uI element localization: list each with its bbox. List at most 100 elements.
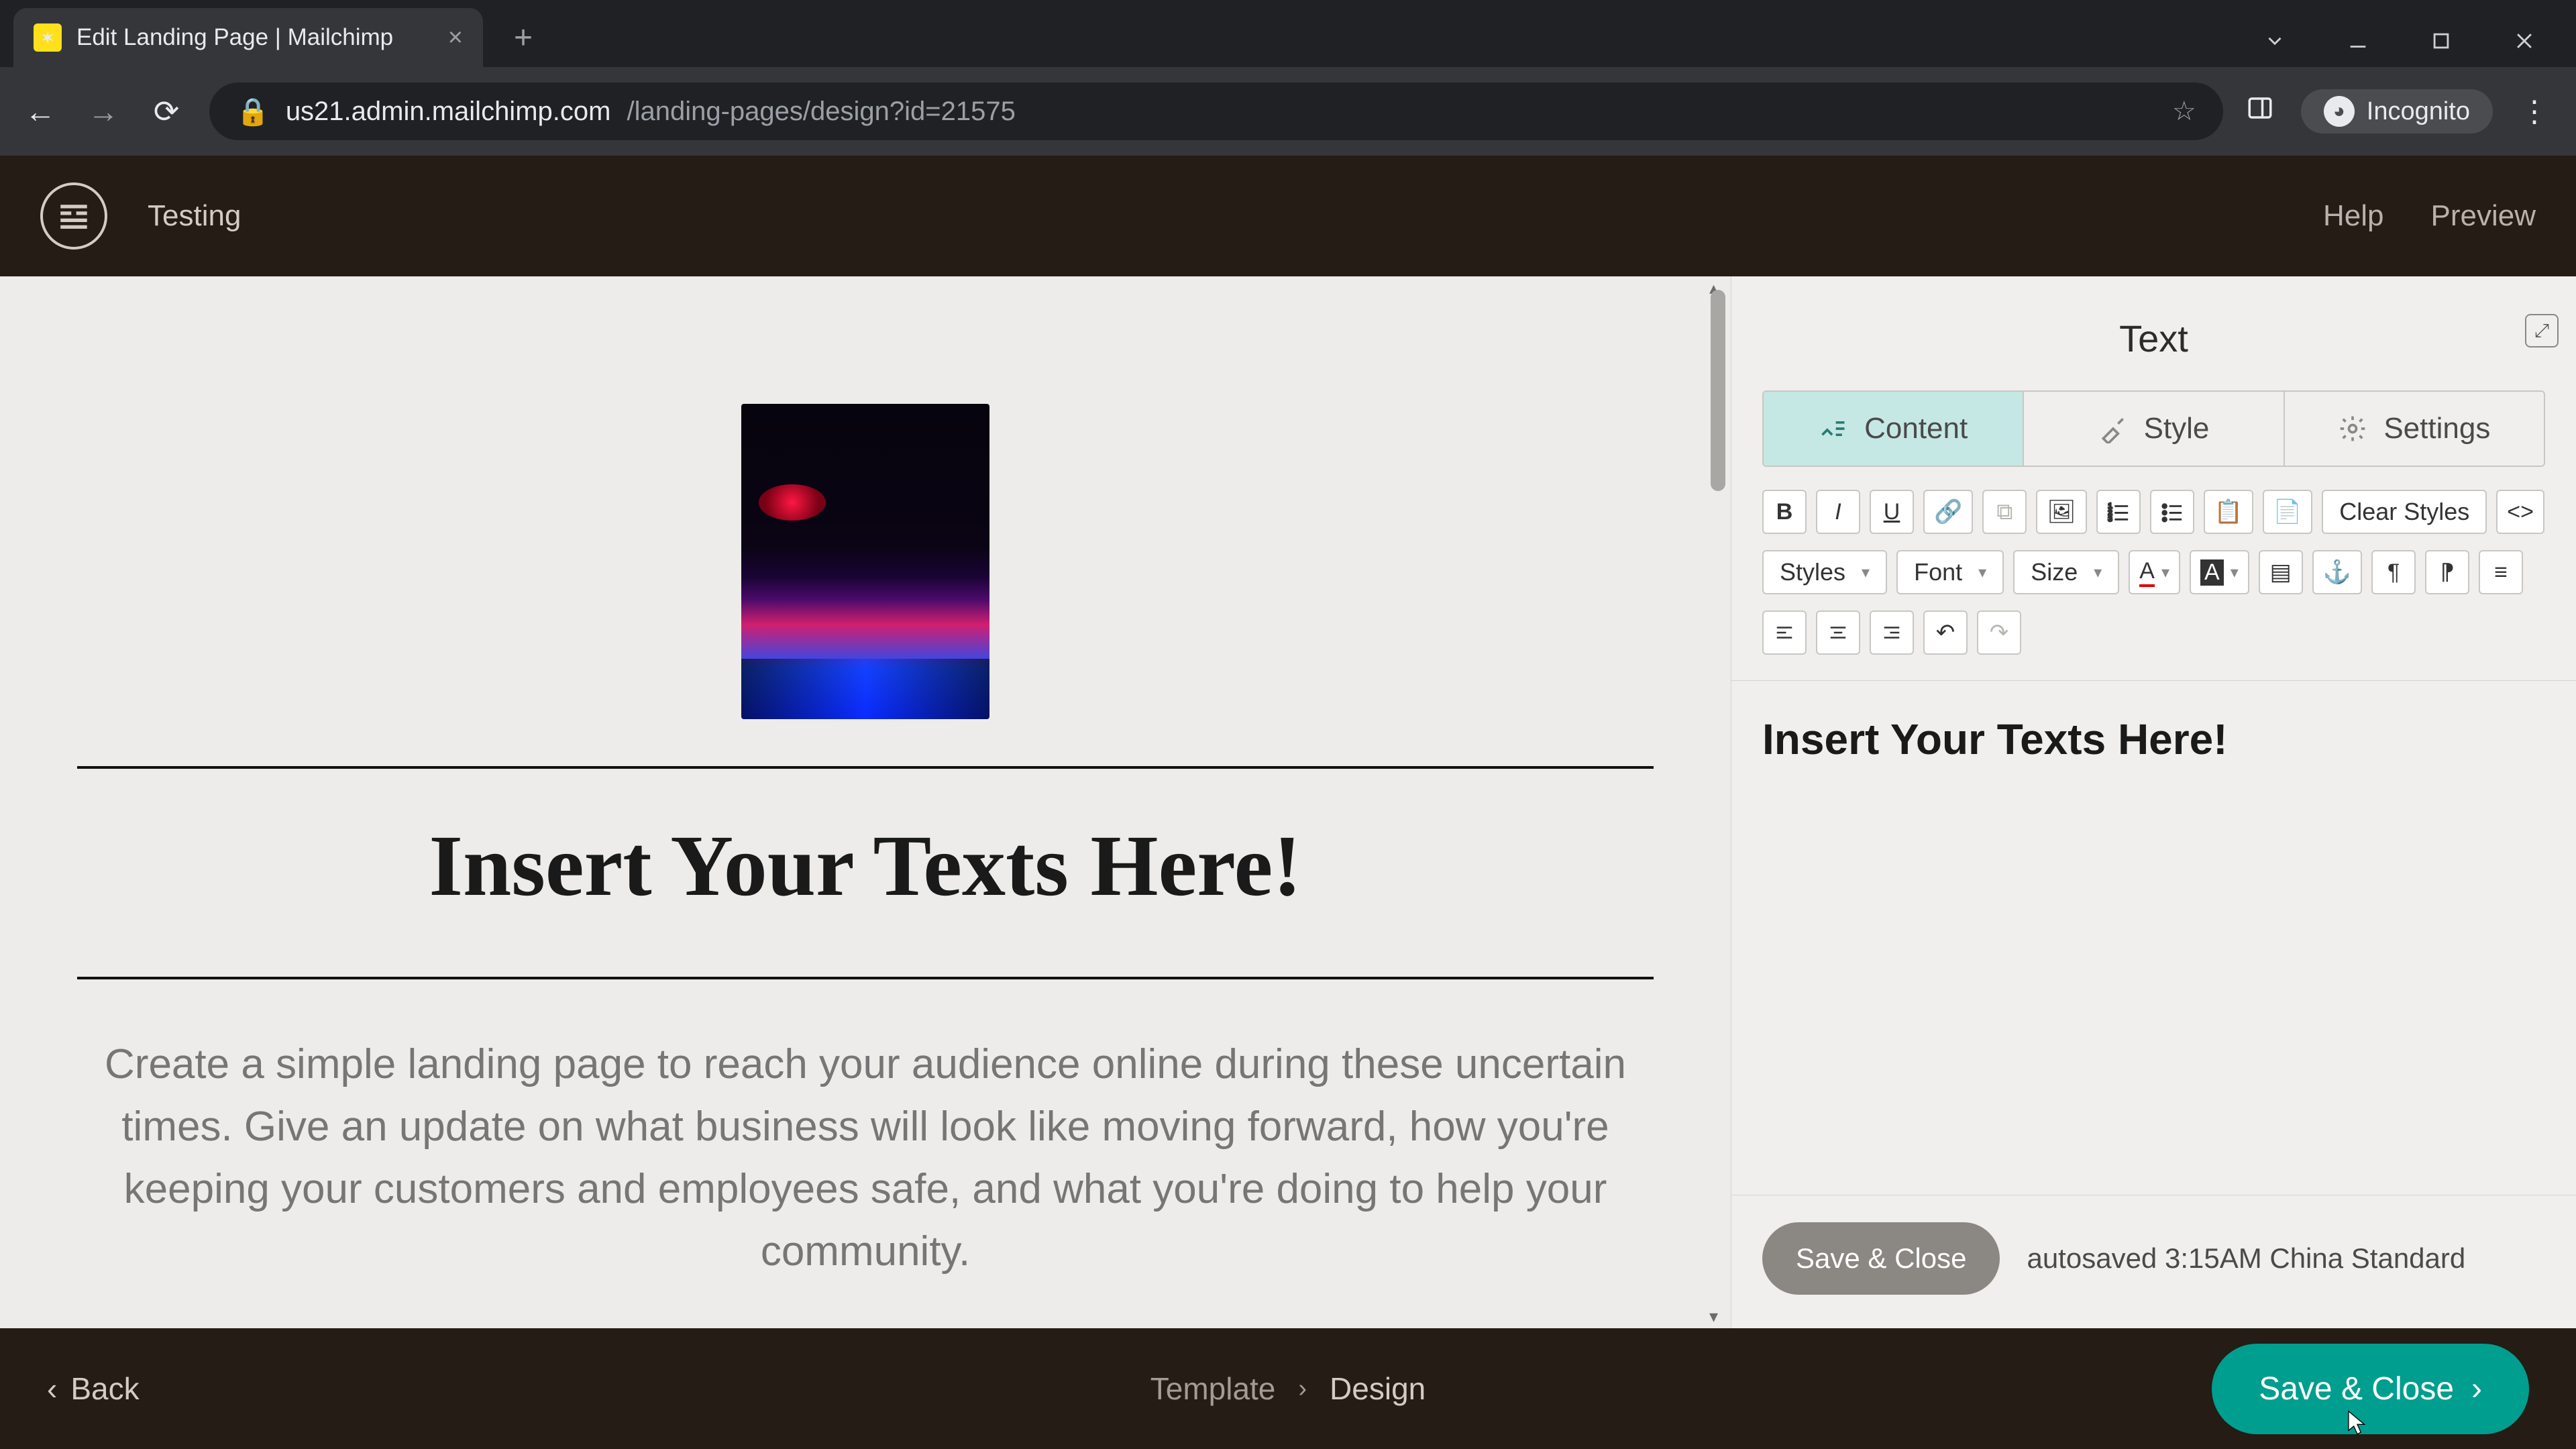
tab-settings[interactable]: Settings [2284, 392, 2544, 466]
autosave-status: autosaved 3:15AM China Standard [2027, 1242, 2465, 1275]
canvas-heading[interactable]: Insert Your Texts Here! [77, 769, 1654, 977]
sidebar-footer: Save & Close autosaved 3:15AM China Stan… [1731, 1195, 2576, 1328]
nav-forward-icon: → [83, 93, 123, 129]
tab-label: Settings [2383, 412, 2490, 445]
editor-sidebar: Text ⤢ Content Style Settings B I U 🔗 ⧉ … [1731, 276, 2576, 1328]
landing-page-canvas[interactable]: Insert Your Texts Here! Create a simple … [0, 276, 1731, 1328]
italic-button[interactable]: I [1816, 490, 1860, 534]
mailchimp-logo[interactable]: 𝌏 [40, 182, 107, 250]
rte-text[interactable]: Insert Your Texts Here! [1762, 714, 2545, 764]
tab-label: Content [1864, 412, 1968, 445]
reload-icon[interactable]: ⟳ [146, 93, 186, 129]
align-justify-button[interactable]: ≡ [2479, 550, 2523, 594]
underline-button[interactable]: U [1870, 490, 1914, 534]
chevron-right-icon: › [2471, 1371, 2482, 1407]
expand-sidebar-icon[interactable]: ⤢ [2525, 314, 2559, 347]
settings-icon [2338, 414, 2367, 443]
step-breadcrumb: Template › Design [1150, 1371, 1426, 1407]
url-path: /landing-pages/design?id=21575 [627, 97, 1015, 127]
incognito-label: Incognito [2367, 97, 2470, 126]
bold-button[interactable]: B [1762, 490, 1807, 534]
nav-back-icon[interactable]: ← [20, 93, 60, 129]
close-tab-icon[interactable]: × [448, 23, 463, 52]
align-center-button[interactable] [1816, 610, 1860, 655]
rte-toolbar: B I U 🔗 ⧉ 🖼 123 📋 📄 Clear Styles <> Styl… [1731, 490, 2576, 655]
window-controls [2263, 30, 2576, 58]
styles-dropdown[interactable]: Styles▾ [1762, 550, 1887, 594]
save-and-close-button[interactable]: Save & Close › [2212, 1344, 2529, 1434]
new-tab-button[interactable]: + [503, 17, 543, 58]
rte-editor[interactable]: Insert Your Texts Here! [1731, 680, 2576, 1195]
size-dropdown[interactable]: Size▾ [2013, 550, 2119, 594]
lock-icon[interactable]: 🔒 [236, 96, 270, 127]
image-button[interactable]: 🖼 [2036, 490, 2086, 534]
scrollbar-thumb[interactable] [1711, 290, 1725, 491]
preview-link[interactable]: Preview [2431, 199, 2536, 233]
url-host: us21.admin.mailchimp.com [286, 97, 611, 127]
bottom-bar: ‹ Back Template › Design Save & Close › [0, 1328, 2576, 1449]
crumb-design: Design [1330, 1371, 1426, 1407]
canvas-paragraph: Create a simple landing page to reach yo… [104, 1033, 1627, 1283]
address-bar: ← → ⟳ 🔒 us21.admin.mailchimp.com/landing… [0, 67, 2576, 156]
tab-label: Style [2144, 412, 2210, 445]
chevron-right-icon: › [1298, 1375, 1307, 1403]
help-link[interactable]: Help [2323, 199, 2384, 233]
save-close-label: Save & Close [2259, 1371, 2454, 1407]
crumb-template[interactable]: Template [1150, 1371, 1276, 1407]
bookmark-star-icon[interactable]: ☆ [2172, 96, 2196, 127]
ordered-list-button[interactable]: 123 [2096, 490, 2141, 534]
tab-style[interactable]: Style [2023, 392, 2283, 466]
link-button[interactable]: 🔗 [1923, 490, 1973, 534]
sidebar-title: Text [1731, 297, 2576, 390]
clear-styles-button[interactable]: Clear Styles [2322, 490, 2487, 534]
minimize-icon[interactable] [2347, 30, 2369, 58]
svg-text:3: 3 [2108, 515, 2112, 523]
paste-text-button[interactable]: 📄 [2263, 490, 2312, 534]
canvas-area: Insert Your Texts Here! Create a simple … [0, 276, 1731, 1328]
maximize-icon[interactable] [2430, 30, 2453, 58]
anchor-button[interactable]: ⚓ [2312, 550, 2362, 594]
back-button[interactable]: ‹ Back [47, 1371, 140, 1407]
tab-search-icon[interactable] [2263, 30, 2286, 58]
kebab-menu-icon[interactable]: ⋮ [2520, 95, 2549, 129]
redo-button: ↷ [1977, 610, 2021, 655]
url-field[interactable]: 🔒 us21.admin.mailchimp.com/landing-pages… [209, 83, 2223, 140]
browser-chrome: ✶ Edit Landing Page | Mailchimp × + ← → … [0, 0, 2576, 156]
close-window-icon[interactable] [2513, 30, 2536, 58]
text-color-button[interactable]: A▾ [2129, 550, 2180, 594]
incognito-icon: ◕ [2324, 96, 2355, 127]
incognito-indicator[interactable]: ◕ Incognito [2301, 89, 2493, 133]
tab-title: Edit Landing Page | Mailchimp [76, 24, 433, 51]
canvas-body-text[interactable]: Create a simple landing page to reach yo… [77, 979, 1654, 1328]
undo-button[interactable]: ↶ [1923, 610, 1968, 655]
hr-button[interactable]: ▤ [2259, 550, 2303, 594]
style-icon [2098, 414, 2128, 443]
hero-image-block[interactable] [741, 404, 989, 719]
unordered-list-button[interactable] [2150, 490, 2194, 534]
chevron-left-icon: ‹ [47, 1371, 57, 1407]
font-dropdown[interactable]: Font▾ [1896, 550, 2004, 594]
back-label: Back [70, 1371, 139, 1407]
rtl-button[interactable]: ⁋ [2425, 550, 2469, 594]
bg-color-button[interactable]: A▾ [2190, 550, 2249, 594]
paste-button[interactable]: 📋 [2204, 490, 2253, 534]
ltr-button[interactable]: ¶ [2371, 550, 2416, 594]
tab-strip: ✶ Edit Landing Page | Mailchimp × + [0, 0, 2576, 67]
tab-content[interactable]: Content [1764, 392, 2023, 466]
canvas-paragraph: Let people know what they can expect to … [104, 1316, 1627, 1328]
page-name: Testing [148, 199, 241, 233]
align-left-button[interactable] [1762, 610, 1807, 655]
side-panel-icon[interactable] [2246, 94, 2274, 129]
workspace: Insert Your Texts Here! Create a simple … [0, 276, 2576, 1328]
scroll-down-icon[interactable]: ▾ [1709, 1306, 1718, 1327]
canvas-scrollbar[interactable]: ▴ ▾ [1705, 276, 1731, 1328]
browser-tab[interactable]: ✶ Edit Landing Page | Mailchimp × [13, 8, 483, 67]
sidebar-save-close-button[interactable]: Save & Close [1762, 1222, 2000, 1295]
app-header: 𝌏 Testing Help Preview [0, 156, 2576, 276]
source-code-button[interactable]: <> [2496, 490, 2544, 534]
sidebar-tabs: Content Style Settings [1762, 390, 2545, 467]
align-right-button[interactable] [1870, 610, 1914, 655]
mailchimp-favicon: ✶ [34, 23, 62, 52]
unlink-button: ⧉ [1982, 490, 2027, 534]
content-icon [1819, 414, 1848, 443]
